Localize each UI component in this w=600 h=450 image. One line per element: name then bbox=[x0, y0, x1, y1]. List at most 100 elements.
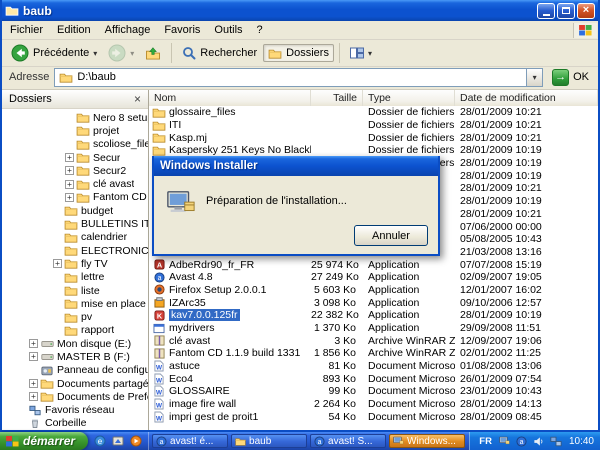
tree-item-budget[interactable]: budget bbox=[2, 204, 148, 217]
file-type: Document Microsoft... bbox=[363, 398, 455, 410]
file-row-cle-avast[interactable]: clé avast 3 Ko Archive WinRAR ZIP 12/09/… bbox=[149, 334, 598, 347]
tree-item-lettre[interactable]: lettre bbox=[2, 271, 148, 284]
folders-label: Dossiers bbox=[286, 47, 329, 59]
file-row-eco4[interactable]: W Eco4 893 Ko Document Microsoft... 26/0… bbox=[149, 372, 598, 385]
address-input[interactable]: D:\baub ▾ bbox=[54, 68, 543, 87]
cancel-button[interactable]: Annuler bbox=[354, 225, 428, 246]
tree-item-documents-de-prefet[interactable]: +Documents de Prefet bbox=[2, 390, 148, 403]
search-button[interactable]: Rechercher bbox=[177, 44, 262, 62]
file-row-kaspersky-251-keys-no-blackli[interactable]: Kaspersky 251 Keys No Blackli... Dossier… bbox=[149, 144, 598, 157]
internet-explorer-icon[interactable]: e bbox=[93, 435, 107, 447]
back-button[interactable]: Précédente ▾ bbox=[6, 44, 102, 62]
svg-text:W: W bbox=[156, 365, 162, 372]
start-button[interactable]: démarrer bbox=[0, 432, 88, 450]
tree-item-calendrier[interactable]: calendrier bbox=[2, 231, 148, 244]
expander-icon[interactable]: + bbox=[65, 153, 74, 162]
folders-pane-close-icon[interactable]: × bbox=[131, 93, 144, 105]
tree-item-master-b-f[interactable]: +MASTER B (F:) bbox=[2, 350, 148, 363]
title-bar[interactable]: baub × bbox=[2, 0, 598, 21]
folders-button[interactable]: Dossiers bbox=[263, 44, 334, 62]
taskbar-task-avast-e[interactable]: aavast! é... bbox=[152, 434, 228, 448]
menu-item-outils[interactable]: Outils bbox=[207, 22, 249, 38]
views-button[interactable]: ▾ bbox=[345, 44, 377, 62]
expander-icon[interactable]: + bbox=[29, 339, 38, 348]
expander-icon[interactable]: + bbox=[29, 379, 38, 388]
expander-icon[interactable]: + bbox=[53, 259, 62, 268]
tree-item-projet[interactable]: projet bbox=[2, 124, 148, 137]
tree-item-bulletins-iti-gome[interactable]: BULLETINS ITI-GOME... bbox=[2, 217, 148, 230]
file-date: 09/10/2006 12:57 bbox=[455, 297, 598, 309]
show-desktop-icon[interactable] bbox=[111, 435, 125, 447]
avast-icon: a bbox=[156, 436, 167, 447]
language-indicator[interactable]: FR bbox=[477, 436, 494, 447]
file-type: Application bbox=[363, 271, 455, 283]
file-row-firefox-setup-2-0-0-1[interactable]: Firefox Setup 2.0.0.1 5 603 Ko Applicati… bbox=[149, 284, 598, 297]
taskbar-task-windows[interactable]: Windows... bbox=[389, 434, 465, 448]
column-header-nom[interactable]: Nom bbox=[149, 90, 311, 106]
close-button[interactable]: × bbox=[577, 3, 595, 19]
file-row-kasp-mj[interactable]: Kasp.mj Dossier de fichiers 28/01/2009 1… bbox=[149, 131, 598, 144]
tree-item-corbeille[interactable]: Corbeille bbox=[2, 417, 148, 430]
file-row-image-fire-wall[interactable]: W image fire wall 2 264 Ko Document Micr… bbox=[149, 398, 598, 411]
forward-button[interactable]: ▾ bbox=[103, 44, 139, 62]
tree-item-panneau-de-configuration[interactable]: Panneau de configuration bbox=[2, 364, 148, 377]
file-row-kav7-0-0-125fr[interactable]: K kav7.0.0.125fr 22 382 Ko Application 2… bbox=[149, 309, 598, 322]
menu-item-favoris[interactable]: Favoris bbox=[157, 22, 207, 38]
address-dropdown-button[interactable]: ▾ bbox=[526, 69, 542, 86]
tree-item-rapport[interactable]: rapport bbox=[2, 324, 148, 337]
file-row-mydrivers[interactable]: mydrivers 1 370 Ko Application 29/09/200… bbox=[149, 322, 598, 335]
file-row-glossaire-files[interactable]: glossaire_files Dossier de fichiers 28/0… bbox=[149, 106, 598, 119]
file-row-adberdr90-fr-fr[interactable]: A AdbeRdr90_fr_FR 25 974 Ko Application … bbox=[149, 258, 598, 271]
tree-item-cle-avast[interactable]: +clé avast bbox=[2, 177, 148, 190]
menu-item-edition[interactable]: Edition bbox=[50, 22, 98, 38]
volume-icon[interactable] bbox=[532, 436, 546, 447]
expander-icon[interactable]: + bbox=[65, 166, 74, 175]
column-header-date-de-modification[interactable]: Date de modification bbox=[455, 90, 598, 106]
tree-item-secur2[interactable]: +Secur2 bbox=[2, 164, 148, 177]
tree-item-nero-8-setup[interactable]: Nero 8 setup bbox=[2, 111, 148, 124]
tree-item-documents-partages[interactable]: +Documents partagés bbox=[2, 377, 148, 390]
windows-media-player-icon[interactable] bbox=[129, 435, 143, 447]
file-type: Application bbox=[363, 259, 455, 271]
tree-item-mise-en-place[interactable]: mise en place bbox=[2, 297, 148, 310]
go-button[interactable]: → OK bbox=[548, 68, 593, 87]
tree-item-pv[interactable]: pv bbox=[2, 310, 148, 323]
avast-icon[interactable]: a bbox=[515, 436, 529, 447]
file-row-iti[interactable]: ITI Dossier de fichiers 28/01/2009 10:21 bbox=[149, 119, 598, 132]
expander-icon[interactable]: + bbox=[65, 193, 74, 202]
tree-item-scoliose-files[interactable]: scoliose_files bbox=[2, 138, 148, 151]
tree-item-mon-disque-e[interactable]: +Mon disque (E:) bbox=[2, 337, 148, 350]
expander-icon[interactable]: + bbox=[29, 392, 38, 401]
file-row-avast-4-8[interactable]: a Avast 4.8 27 249 Ko Application 02/09/… bbox=[149, 271, 598, 284]
file-row-astuce[interactable]: W astuce 81 Ko Document Microsoft... 01/… bbox=[149, 360, 598, 373]
tree-item-favoris-reseau[interactable]: Favoris réseau bbox=[2, 404, 148, 417]
file-row-glossaire[interactable]: W GLOSSAIRE 99 Ko Document Microsoft... … bbox=[149, 385, 598, 398]
column-header-type[interactable]: Type bbox=[363, 90, 455, 106]
tree-item-electronic-benchm[interactable]: ELECTRONIC BENCHM... bbox=[2, 244, 148, 257]
minimize-button[interactable] bbox=[537, 3, 555, 19]
taskbar-task-baub[interactable]: baub bbox=[231, 434, 307, 448]
taskbar-task-avast-s[interactable]: aavast! S... bbox=[310, 434, 386, 448]
dialog-title-bar[interactable]: Windows Installer bbox=[154, 156, 438, 176]
menu-item-affichage[interactable]: Affichage bbox=[98, 22, 158, 38]
expander-icon[interactable]: + bbox=[29, 352, 38, 361]
up-button[interactable] bbox=[140, 44, 166, 62]
back-dropdown-icon[interactable]: ▾ bbox=[93, 49, 97, 58]
file-row-fantom-cd-1-1-9-build-1331[interactable]: Fantom CD 1.1.9 build 1331 1 856 Ko Arch… bbox=[149, 347, 598, 360]
file-row-impri-gest-de-proit1[interactable]: W impri gest de proit1 54 Ko Document Mi… bbox=[149, 411, 598, 424]
tree-item-liste[interactable]: liste bbox=[2, 284, 148, 297]
menu-item-item[interactable]: ? bbox=[250, 22, 270, 38]
expander-icon[interactable]: + bbox=[65, 180, 74, 189]
menu-item-fichier[interactable]: Fichier bbox=[3, 22, 50, 38]
maximize-button[interactable] bbox=[557, 3, 575, 19]
folders-pane-header: Dossiers × bbox=[2, 90, 148, 109]
tree-item-fantom-cd-1-1-9[interactable]: +Fantom CD 1.1.9 bbox=[2, 191, 148, 204]
tree-item-secur[interactable]: +Secur bbox=[2, 151, 148, 164]
folder-icon bbox=[76, 178, 90, 190]
file-date: 12/01/2007 16:02 bbox=[455, 284, 598, 296]
network-icon[interactable] bbox=[549, 436, 563, 447]
column-header-taille[interactable]: Taille bbox=[311, 90, 363, 106]
installer-small-icon[interactable] bbox=[498, 436, 512, 447]
tree-item-fly-tv[interactable]: +fly TV bbox=[2, 257, 148, 270]
file-row-izarc35[interactable]: IZArc35 3 098 Ko Application 09/10/2006 … bbox=[149, 296, 598, 309]
